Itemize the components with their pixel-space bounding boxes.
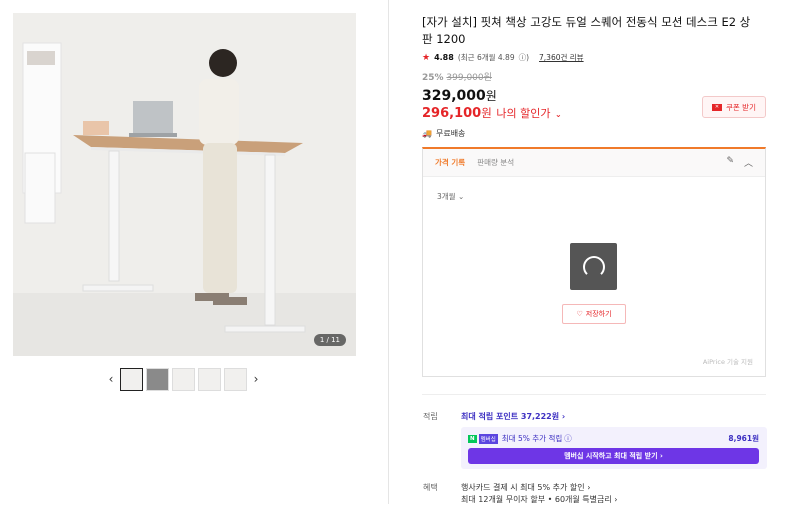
sale-price-unit: 원: [485, 89, 497, 103]
discount-percent: 25%: [422, 73, 444, 83]
info-icon[interactable]: ⓘ: [564, 433, 572, 444]
points-max-link[interactable]: 최대 적립 포인트 37,222원 ›: [461, 411, 565, 422]
benefit-line-1: 행사카드 결제 시 최대 5% 추가 할인: [461, 483, 585, 492]
thumbnail-1[interactable]: [120, 368, 143, 391]
benefit-label: 혜택: [423, 483, 438, 492]
rating-detail: (최근 6개월 4.89: [457, 53, 515, 62]
coupon-button[interactable]: ✕ 쿠폰 받기: [702, 96, 766, 118]
shipping-info: 🚚 무료배송: [422, 128, 465, 139]
npay-text: 최대 5% 추가 적립: [501, 434, 563, 443]
tab-sales-analysis[interactable]: 판매량 분석: [477, 157, 514, 168]
section-divider: [422, 394, 766, 395]
thumbnail-4[interactable]: [198, 368, 221, 391]
membership-button[interactable]: 멤버십 시작하고 최대 적립 받기 ›: [468, 448, 759, 464]
coupon-label: 쿠폰 받기: [726, 102, 756, 112]
thumbnail-next-icon[interactable]: ›: [250, 368, 262, 391]
heart-icon: ♡: [576, 310, 583, 318]
aiprice-credit: AiPrice 기술 지원: [702, 358, 753, 366]
panel-header: 가격 기록 판매량 분석 ✎ ︿: [423, 149, 765, 177]
shipping-label: 무료배송: [435, 129, 466, 138]
points-label: 적립: [423, 412, 438, 421]
my-price-label: 나의 할인가: [496, 107, 551, 120]
image-counter: 1 / 11: [313, 334, 346, 346]
product-photo: [13, 13, 356, 356]
original-price: 399,000원: [446, 73, 492, 83]
chevron-right-icon: ›: [660, 452, 663, 460]
my-price-value: 296,100: [422, 106, 482, 121]
thumbnail-3[interactable]: [172, 368, 195, 391]
period-select[interactable]: 3개월 ⌄: [437, 191, 464, 202]
my-price-unit: 원: [481, 106, 492, 120]
npay-box: N 멤버십 최대 5% 추가 적립 ⓘ 8,961원 멤버십 시작하고 최대 적…: [461, 427, 767, 469]
loading-spinner: [570, 243, 617, 290]
sale-price-value: 329,000: [422, 88, 486, 104]
star-icon: ★: [422, 52, 431, 63]
info-icon[interactable]: ⓘ): [519, 52, 529, 63]
npay-row: N 멤버십 최대 5% 추가 적립 ⓘ 8,961원: [468, 433, 759, 444]
chevron-down-icon: ⌄: [457, 192, 465, 201]
coupon-icon: ✕: [712, 103, 722, 111]
edit-icon[interactable]: ✎: [726, 156, 734, 169]
chevron-right-icon: ›: [561, 412, 566, 421]
price-history-panel: 가격 기록 판매량 분석 ✎ ︿ 3개월 ⌄ ♡ 저장하기 AiPrice 기술…: [422, 147, 766, 377]
benefit-line-2: 최대 12개월 무이자 할부 • 60개월 특별금리: [461, 495, 612, 504]
discount-row: 25% 399,000원: [422, 70, 767, 83]
tab-price-history[interactable]: 가격 기록: [435, 157, 465, 168]
save-label: 저장하기: [585, 310, 612, 318]
thumbnail-strip: ‹ ›: [105, 368, 262, 391]
chevron-down-icon: ⌄: [554, 110, 562, 119]
rating-score: 4.88: [434, 53, 454, 62]
thumbnail-2[interactable]: [146, 368, 169, 391]
chevron-right-icon: ›: [587, 483, 591, 492]
column-divider: [388, 0, 389, 504]
chevron-up-icon[interactable]: ︿: [744, 156, 753, 169]
save-button[interactable]: ♡ 저장하기: [562, 304, 626, 324]
membership-badge: 멤버십: [478, 433, 498, 444]
chevron-right-icon: ›: [614, 495, 618, 504]
main-product-image[interactable]: 1 / 11: [13, 13, 356, 356]
points-max-text: 최대 적립 포인트 37,222원: [461, 412, 560, 421]
npay-badge: N: [468, 434, 477, 443]
thumbnail-5[interactable]: [224, 368, 247, 391]
spinner-icon: [582, 255, 605, 278]
period-label: 3개월: [437, 192, 456, 201]
rating-row: ★ 4.88 (최근 6개월 4.89 ⓘ) 7,360건 리뷰: [422, 52, 767, 63]
truck-icon: 🚚: [422, 129, 432, 138]
panel-tools: ✎ ︿: [726, 156, 753, 169]
product-title: [자가 설치] 핏쳐 책상 고강도 듀얼 스퀘어 전동식 모션 데스크 E2 상…: [422, 15, 751, 46]
thumbnail-prev-icon[interactable]: ‹: [105, 368, 117, 391]
benefit-card-discount[interactable]: 행사카드 결제 시 최대 5% 추가 할인 ›: [461, 482, 590, 493]
benefit-installment[interactable]: 최대 12개월 무이자 할부 • 60개월 특별금리 ›: [461, 494, 618, 505]
membership-button-label: 멤버십 시작하고 최대 적립 받기: [564, 452, 658, 460]
review-count-link[interactable]: 7,360건 리뷰: [539, 52, 584, 63]
npay-amount: 8,961원: [728, 434, 759, 443]
